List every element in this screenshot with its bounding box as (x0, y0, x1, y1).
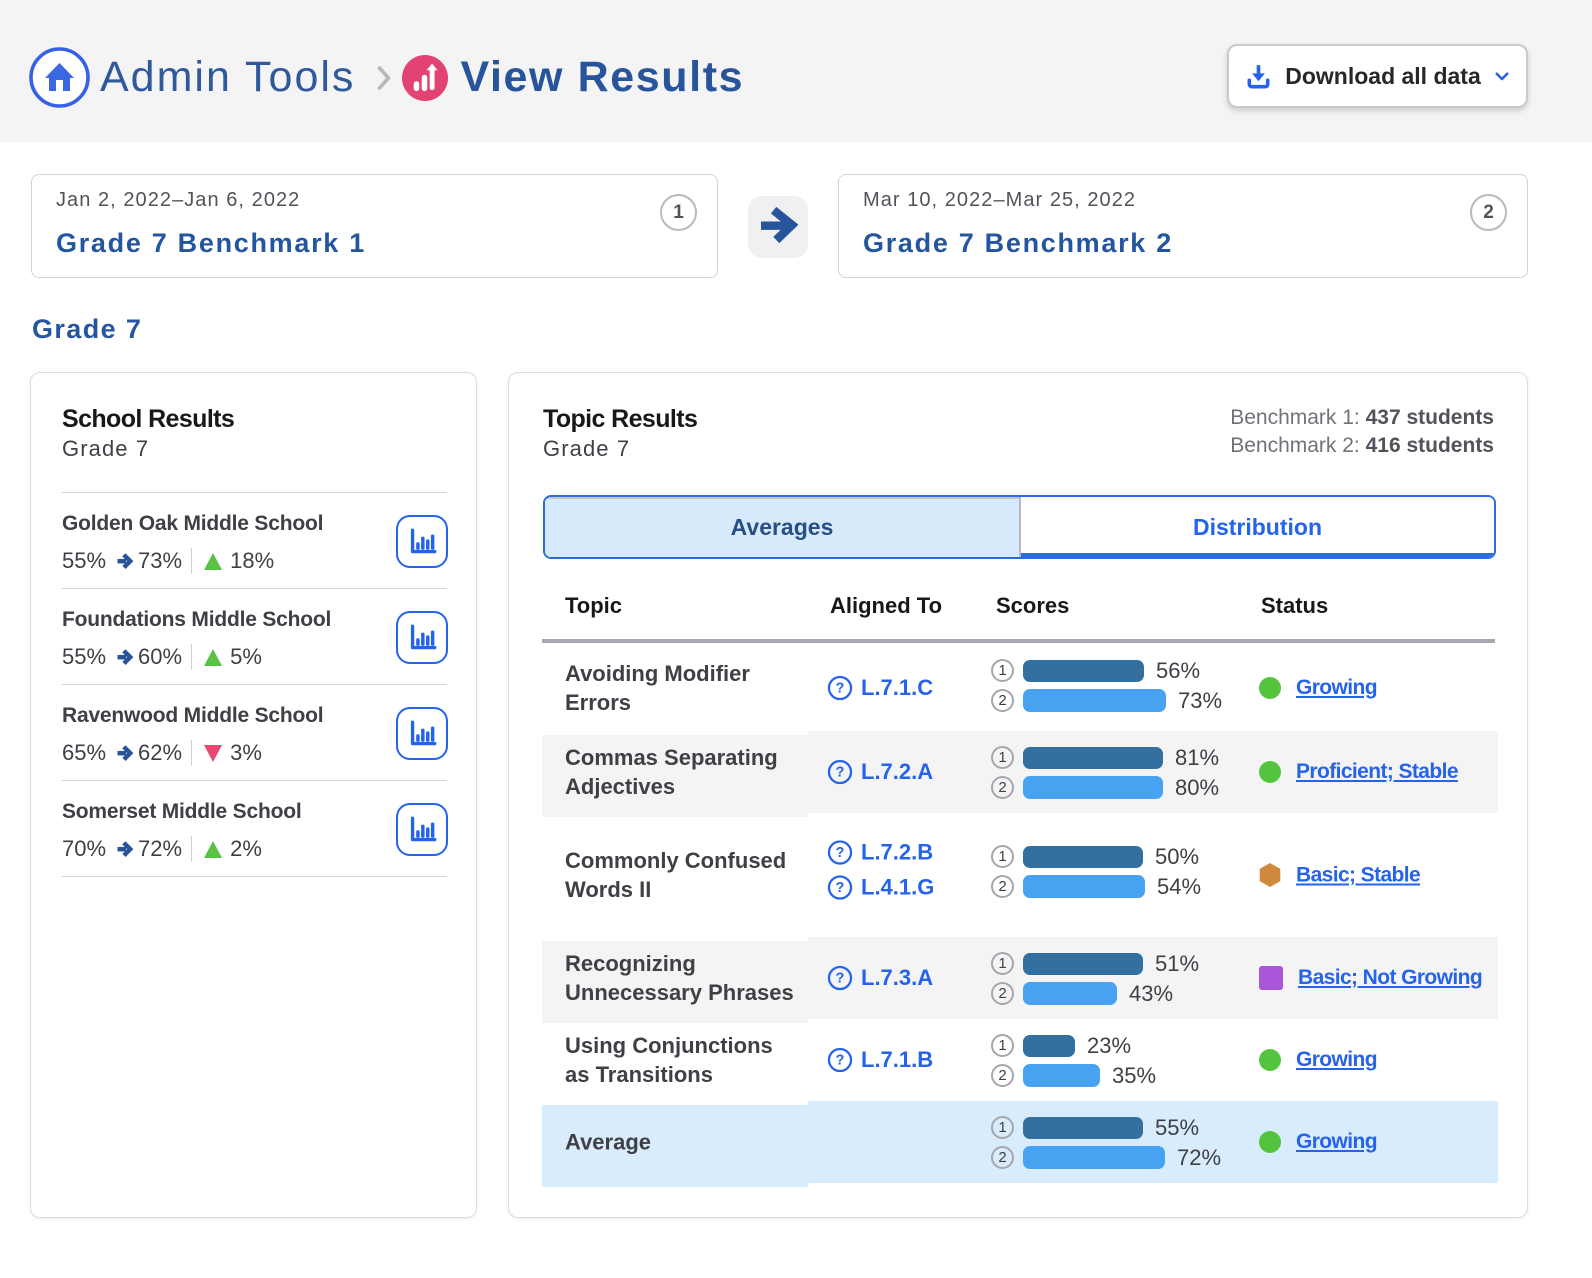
svg-text:?: ? (836, 880, 845, 896)
svg-text:?: ? (836, 845, 845, 861)
svg-text:?: ? (836, 971, 845, 987)
svg-text:?: ? (836, 1053, 845, 1069)
svg-text:?: ? (836, 765, 845, 781)
svg-text:?: ? (836, 680, 845, 696)
